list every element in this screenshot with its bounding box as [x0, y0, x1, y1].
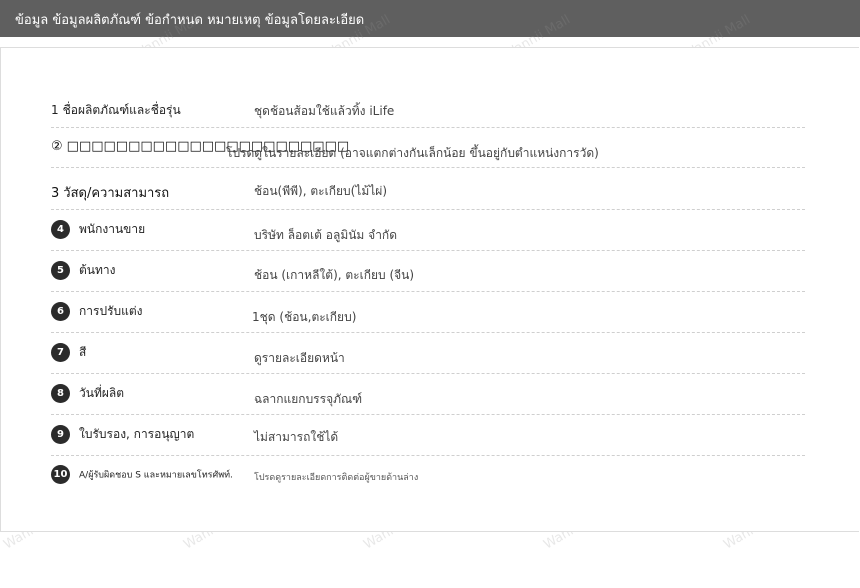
spec-row-seller: 4 พนักงานขาย บริษัท ล็อตเต้ อลูมินัม จำกั… — [51, 209, 805, 251]
spec-label: 1 ชื่อผลิตภัณฑ์และชื่อรุ่น — [51, 103, 181, 117]
spec-row-certification: 9 ใบรับรอง, การอนุญาต ไม่สามารถใช้ได้ — [51, 414, 805, 456]
number-badge: 10 — [51, 465, 70, 484]
spec-label: 5 ต้นทาง — [51, 261, 116, 280]
number-badge: 6 — [51, 302, 70, 321]
spec-value: บริษัท ล็อตเต้ อลูมินัม จำกัด — [254, 228, 397, 242]
header-title: ข้อมูล ข้อมูลผลิตภัณฑ์ ข้อกำหนด หมายเหตุ… — [15, 13, 365, 28]
spec-row-material: 3 วัสดุ/ความสามารถ ช้อน(พีพี), ตะเกียบ(ไม… — [51, 167, 805, 210]
spec-value: ช้อน(พีพี), ตะเกียบ(ไม้ไผ่) — [254, 184, 387, 198]
spec-row-composition: 6 การปรับแต่ง 1ชุด (ช้อน,ตะเกียบ) — [51, 291, 805, 333]
spec-row-manufacture-date: 8 วันที่ผลิต ฉลากแยกบรรจุภัณฑ์ — [51, 373, 805, 415]
spec-value: 1ชุด (ช้อน,ตะเกียบ) — [252, 310, 357, 324]
number-badge: 5 — [51, 261, 70, 280]
number-badge: 7 — [51, 343, 70, 362]
spec-label: 4 พนักงานขาย — [51, 220, 145, 239]
spec-row-contact: 10 A/ผู้รับผิดชอบ S และหมายเลขโทรศัพท์. โ… — [51, 455, 805, 495]
spec-label: 10 A/ผู้รับผิดชอบ S และหมายเลขโทรศัพท์. — [51, 465, 233, 484]
header-bar: ข้อมูล ข้อมูลผลิตภัณฑ์ ข้อกำหนด หมายเหตุ… — [0, 0, 860, 37]
spec-value: ดูรายละเอียดหน้า — [254, 351, 345, 365]
number-badge: 4 — [51, 220, 70, 239]
spec-value: โปรดดูรายละเอียดการติดต่อผู้ขายด้านล่าง — [254, 473, 419, 483]
spec-label: 9 ใบรับรอง, การอนุญาต — [51, 425, 194, 444]
number-badge: 9 — [51, 425, 70, 444]
spec-label: 3 วัสดุ/ความสามารถ — [51, 186, 170, 201]
spec-row-origin: 5 ต้นทาง ช้อน (เกาหลีใต้), ตะเกียบ (จีน) — [51, 250, 805, 292]
spec-value: ไม่สามารถใช้ได้ — [254, 430, 339, 444]
spec-value: โปรดดูในรายละเอียด (อาจแตกต่างกันเล็กน้อ… — [226, 146, 599, 160]
spec-label: 7 สี — [51, 343, 86, 362]
spec-label: 6 การปรับแต่ง — [51, 302, 143, 321]
spec-panel: 1 ชื่อผลิตภัณฑ์และชื่อรุ่น ชุดช้อนส้อมใช้… — [0, 47, 859, 532]
spec-value: ฉลากแยกบรรจุภัณฑ์ — [254, 392, 363, 406]
spec-label: 8 วันที่ผลิต — [51, 384, 124, 403]
spec-row-size: ② □□□□□□□□□□□□□□□□□□□□□□□ โปรดดูในรายละเอ… — [51, 127, 805, 168]
spec-row-color: 7 สี ดูรายละเอียดหน้า — [51, 332, 805, 374]
spec-value: ชุดช้อนส้อมใช้แล้วทิ้ง iLife — [254, 104, 395, 118]
spec-value: ช้อน (เกาหลีใต้), ตะเกียบ (จีน) — [254, 268, 415, 282]
number-badge: 8 — [51, 384, 70, 403]
spec-row-product-name: 1 ชื่อผลิตภัณฑ์และชื่อรุ่น ชุดช้อนส้อมใช้… — [51, 94, 805, 128]
